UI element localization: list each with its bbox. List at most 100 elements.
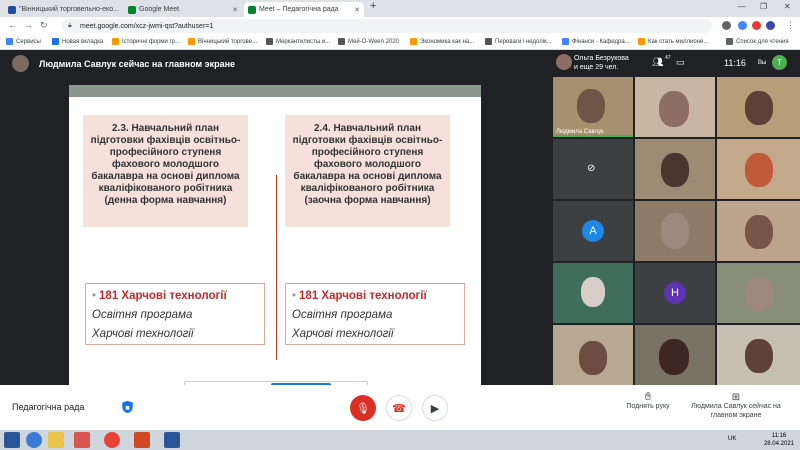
participant-tile[interactable]: [553, 325, 633, 385]
chat-icon[interactable]: ▭: [676, 57, 685, 68]
participant-tile[interactable]: [717, 325, 800, 385]
hand-icon: ✋︎: [644, 391, 652, 403]
start-button-icon[interactable]: [4, 432, 20, 448]
bookmark-item[interactable]: Вінницький торгове...: [188, 38, 257, 45]
apps-grid-icon: [6, 38, 13, 45]
maximize-window-icon[interactable]: ❐: [760, 2, 767, 11]
leave-call-button[interactable]: ☎︎: [386, 395, 412, 421]
profile-avatar[interactable]: [766, 21, 775, 30]
you-label: Вы: [758, 60, 767, 66]
bookmark-favicon-icon: [112, 38, 119, 45]
bookmarks-bar: Сервисы Новая вкладка Історичні форми гр…: [0, 35, 800, 50]
browser-tab-meet-active[interactable]: Meet – Педагогічна рада ✕: [244, 2, 364, 17]
bookmark-item[interactable]: Переваги і недолік...: [485, 38, 552, 45]
specialty-list-right: • 181 Харчові технології Освітня програма…: [285, 283, 465, 345]
internet-explorer-icon[interactable]: [26, 432, 42, 448]
participant-tile[interactable]: [553, 263, 633, 323]
participant-tile-presenter[interactable]: Людмила Савлук: [553, 77, 633, 137]
participant-tile[interactable]: [717, 201, 800, 261]
browser-menu-icon[interactable]: ⋮: [786, 20, 795, 31]
microphone-off-button[interactable]: 🎙︎: [350, 395, 376, 421]
hang-up-icon: ☎︎: [392, 402, 406, 415]
back-arrow-icon[interactable]: ←: [8, 20, 17, 30]
new-tab-button[interactable]: +: [370, 0, 376, 12]
participant-video: [659, 91, 689, 127]
powerpoint-icon[interactable]: [134, 432, 150, 448]
participant-tile-camera-off[interactable]: ⊘: [553, 139, 633, 199]
people-icon[interactable]: 👥︎: [652, 57, 663, 68]
participant-video: [745, 277, 773, 311]
participant-tile[interactable]: [635, 139, 715, 199]
bookmark-favicon-icon: [52, 38, 59, 45]
participant-avatar: [556, 54, 572, 70]
site-favicon-icon: [8, 5, 16, 14]
camera-button[interactable]: ▶: [422, 395, 448, 421]
bookmark-item[interactable]: Фінанси - Кафедра...: [562, 38, 630, 45]
address-bar[interactable]: 🔒︎ meet.google.com/xcz-jwmi-qst?authuser…: [62, 19, 712, 33]
bookmark-favicon-icon: [562, 38, 569, 45]
presenter-banner-text: Людмила Савлук сейчас на главном экране: [39, 58, 236, 69]
browser-tab-vtek[interactable]: "Вінницький торговельно-еко... ✕: [4, 2, 122, 17]
participant-video: [661, 213, 689, 249]
browser-toolbar: ← → ↻ 🔒︎ meet.google.com/xcz-jwmi-qst?au…: [0, 17, 800, 35]
tab-title: Meet – Педагогічна рада: [259, 6, 339, 13]
slide-divider: [276, 175, 277, 360]
participant-tile[interactable]: [717, 263, 800, 323]
bookmark-item[interactable]: Новая вкладка: [52, 38, 103, 45]
lock-icon: 🔒︎: [68, 22, 72, 29]
file-explorer-icon[interactable]: [48, 432, 64, 448]
raise-hand-button[interactable]: ✋︎ Поднять руку: [620, 391, 676, 411]
bookmark-item[interactable]: Экономика как на...: [410, 38, 474, 45]
participant-video: [659, 339, 689, 375]
browser-tab-google-meet[interactable]: Google Meet ✕: [124, 2, 242, 17]
clock-time: 11:16: [724, 58, 746, 68]
participant-video: [745, 215, 773, 249]
participant-tile-avatar-h[interactable]: H: [635, 263, 715, 323]
camera-icon: ▶: [430, 402, 440, 415]
reading-list[interactable]: Список для чтения: [726, 38, 789, 45]
participant-tile[interactable]: [717, 139, 800, 199]
close-tab-icon[interactable]: ✕: [228, 6, 238, 14]
participants-summary[interactable]: Ольга Безрукова и еще 29 чел.: [574, 54, 629, 72]
presentation-info-button[interactable]: ⊞ Людмила Савлук сейчас на главном экран…: [686, 393, 786, 420]
word-icon[interactable]: [164, 432, 180, 448]
system-clock[interactable]: 11:16 28.04.2021: [764, 432, 794, 448]
close-window-icon[interactable]: ✕: [784, 2, 791, 11]
bookmark-favicon-icon: [338, 38, 345, 45]
forward-arrow-icon[interactable]: →: [24, 20, 33, 30]
extension-icon[interactable]: [722, 21, 731, 30]
app-icon[interactable]: [74, 432, 90, 448]
minimize-window-icon[interactable]: —: [738, 2, 746, 11]
chrome-icon[interactable]: [104, 432, 120, 448]
bookmark-item[interactable]: Меркантилисты и...: [266, 38, 330, 45]
bookmark-favicon-icon: [638, 38, 645, 45]
list-item: • 181 Харчові технології: [92, 290, 227, 302]
participant-tile[interactable]: [635, 325, 715, 385]
participant-tile[interactable]: [635, 201, 715, 261]
participant-video: [577, 89, 605, 123]
self-avatar[interactable]: T: [772, 55, 787, 70]
meeting-name: Педагогічна рада: [12, 402, 85, 412]
participant-initial-avatar: A: [582, 220, 604, 242]
bookmark-item[interactable]: Как стать миллионе...: [638, 38, 708, 45]
close-tab-icon[interactable]: ✕: [350, 6, 360, 14]
meet-favicon-icon: [128, 5, 136, 14]
mic-off-icon: 🎙︎: [356, 402, 370, 415]
bookmark-item[interactable]: Мей-О-Ween 2020: [338, 38, 399, 45]
shield-icon[interactable]: [121, 400, 134, 414]
language-indicator[interactable]: UK: [728, 436, 736, 442]
reload-icon[interactable]: ↻: [40, 20, 48, 31]
participant-video: [581, 277, 605, 307]
bookmark-item[interactable]: Історичні форми гр...: [112, 38, 180, 45]
participant-video: [579, 341, 607, 375]
extension-icon[interactable]: [752, 21, 761, 30]
extension-icon[interactable]: [738, 21, 747, 30]
bookmark-item[interactable]: Сервисы: [6, 38, 41, 45]
specialty-list-left: • 181 Харчові технології Освітня програма…: [85, 283, 265, 345]
participant-tile[interactable]: [635, 77, 715, 137]
close-tab-icon[interactable]: ✕: [119, 6, 122, 14]
participant-tile[interactable]: [717, 77, 800, 137]
list-item: Харчові технології: [92, 328, 194, 340]
participant-tile-avatar-a[interactable]: A: [553, 201, 633, 261]
tab-title: Google Meet: [139, 6, 180, 13]
